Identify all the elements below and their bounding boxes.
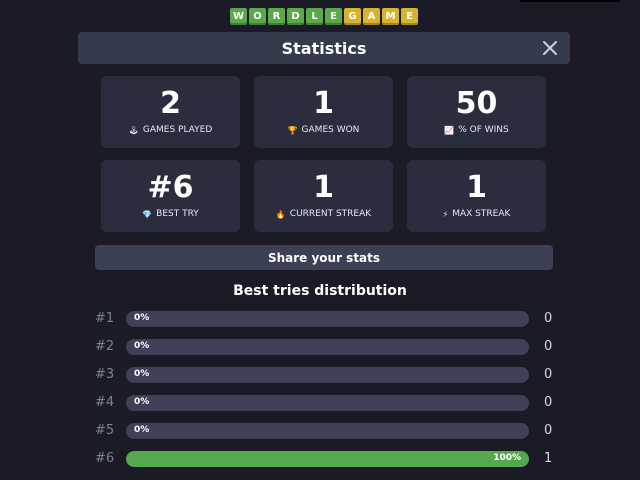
page-title: Statistics	[281, 38, 367, 58]
distribution-percent-label: 0%	[134, 397, 150, 407]
diamond-icon: 💎	[142, 209, 153, 219]
stat-card-current-streak: 1 🔥 CURRENT STREAK	[254, 160, 393, 232]
distribution-bar-fill	[126, 451, 529, 467]
distribution-bar-track: 0%	[126, 339, 529, 355]
distribution-percent-label: 0%	[134, 369, 150, 379]
stat-label-text: % OF WINS	[458, 125, 509, 135]
stat-label: 💎 BEST TRY	[101, 209, 240, 219]
distribution-count: 0	[544, 367, 553, 382]
logo-tile: R	[268, 8, 285, 25]
share-stats-button[interactable]: Share your stats	[95, 245, 553, 270]
stat-label-text: CURRENT STREAK	[289, 209, 372, 219]
logo-tile: G	[344, 8, 361, 25]
trophy-icon: 🏆	[287, 125, 298, 135]
stat-value: #6	[147, 170, 194, 205]
stat-value: 1	[466, 170, 487, 205]
stat-card-games-won: 1 🏆 GAMES WON	[254, 76, 393, 148]
logo-tile: E	[401, 8, 418, 25]
top-edge-strip	[520, 0, 620, 2]
statistics-header: Statistics	[78, 32, 570, 64]
distribution-row: #4 0% 0	[95, 394, 555, 412]
distribution-row: #1 0% 0	[95, 310, 555, 328]
distribution-bar-track: 0%	[126, 423, 529, 439]
distribution-count: 0	[544, 311, 553, 326]
lightning-icon: ⚡	[442, 209, 449, 219]
try-index-label: #6	[95, 451, 115, 466]
close-icon[interactable]	[540, 38, 560, 58]
distribution-bar-track: 0%	[126, 395, 529, 411]
stat-label: 📈 % OF WINS	[407, 125, 546, 135]
fire-icon: 🔥	[275, 209, 286, 219]
stat-label: 🕹 GAMES PLAYED	[101, 125, 240, 135]
try-index-label: #3	[95, 367, 115, 382]
stat-card-win-percent: 50 📈 % OF WINS	[407, 76, 546, 148]
distribution-count: 0	[544, 339, 553, 354]
distribution-percent-label: 100%	[493, 453, 521, 463]
stat-card-best-try: #6 💎 BEST TRY	[101, 160, 240, 232]
distribution-percent-label: 0%	[134, 313, 150, 323]
joystick-icon: 🕹	[128, 125, 139, 135]
distribution-bar-track: 0%	[126, 311, 529, 327]
try-index-label: #5	[95, 423, 115, 438]
distribution-count: 0	[544, 423, 553, 438]
try-index-label: #4	[95, 395, 115, 410]
logo-tile: E	[325, 8, 342, 25]
distribution-count: 0	[544, 395, 553, 410]
distribution-row: #5 0% 0	[95, 422, 555, 440]
stat-label-text: GAMES PLAYED	[142, 125, 213, 135]
logo-tile: W	[230, 8, 247, 25]
chart-icon: 📈	[444, 125, 455, 135]
logo-tile: O	[249, 8, 266, 25]
stat-label: 🔥 CURRENT STREAK	[254, 209, 393, 219]
statistics-page: WORDLEGAME Statistics 2 🕹 GAMES PLAYED 1…	[0, 0, 640, 480]
stat-label-text: MAX STREAK	[452, 209, 511, 219]
distribution-title: Best tries distribution	[233, 283, 407, 299]
stat-value: 1	[313, 86, 334, 121]
logo-tile: L	[306, 8, 323, 25]
stat-label-text: BEST TRY	[156, 209, 199, 219]
logo-tile: D	[287, 8, 304, 25]
stat-label-text: GAMES WON	[301, 125, 360, 135]
stat-card-max-streak: 1 ⚡ MAX STREAK	[407, 160, 546, 232]
stat-card-games-played: 2 🕹 GAMES PLAYED	[101, 76, 240, 148]
stat-label: ⚡ MAX STREAK	[407, 209, 546, 219]
distribution-count: 1	[544, 451, 553, 466]
distribution-row: #3 0% 0	[95, 366, 555, 384]
stat-value: 1	[313, 170, 334, 205]
distribution-percent-label: 0%	[134, 425, 150, 435]
wordlegame-logo[interactable]: WORDLEGAME	[230, 8, 418, 28]
try-index-label: #2	[95, 339, 115, 354]
try-index-label: #1	[95, 311, 115, 326]
distribution-row: #2 0% 0	[95, 338, 555, 356]
logo-tile: M	[382, 8, 399, 25]
logo-tile: A	[363, 8, 380, 25]
distribution-percent-label: 0%	[134, 341, 150, 351]
stat-value: 2	[160, 86, 181, 121]
stat-value: 50	[455, 86, 498, 121]
distribution-bar-track: 100%	[126, 451, 529, 467]
stat-label: 🏆 GAMES WON	[254, 125, 393, 135]
distribution-row: #6 100% 1	[95, 450, 555, 468]
distribution-bar-track: 0%	[126, 367, 529, 383]
